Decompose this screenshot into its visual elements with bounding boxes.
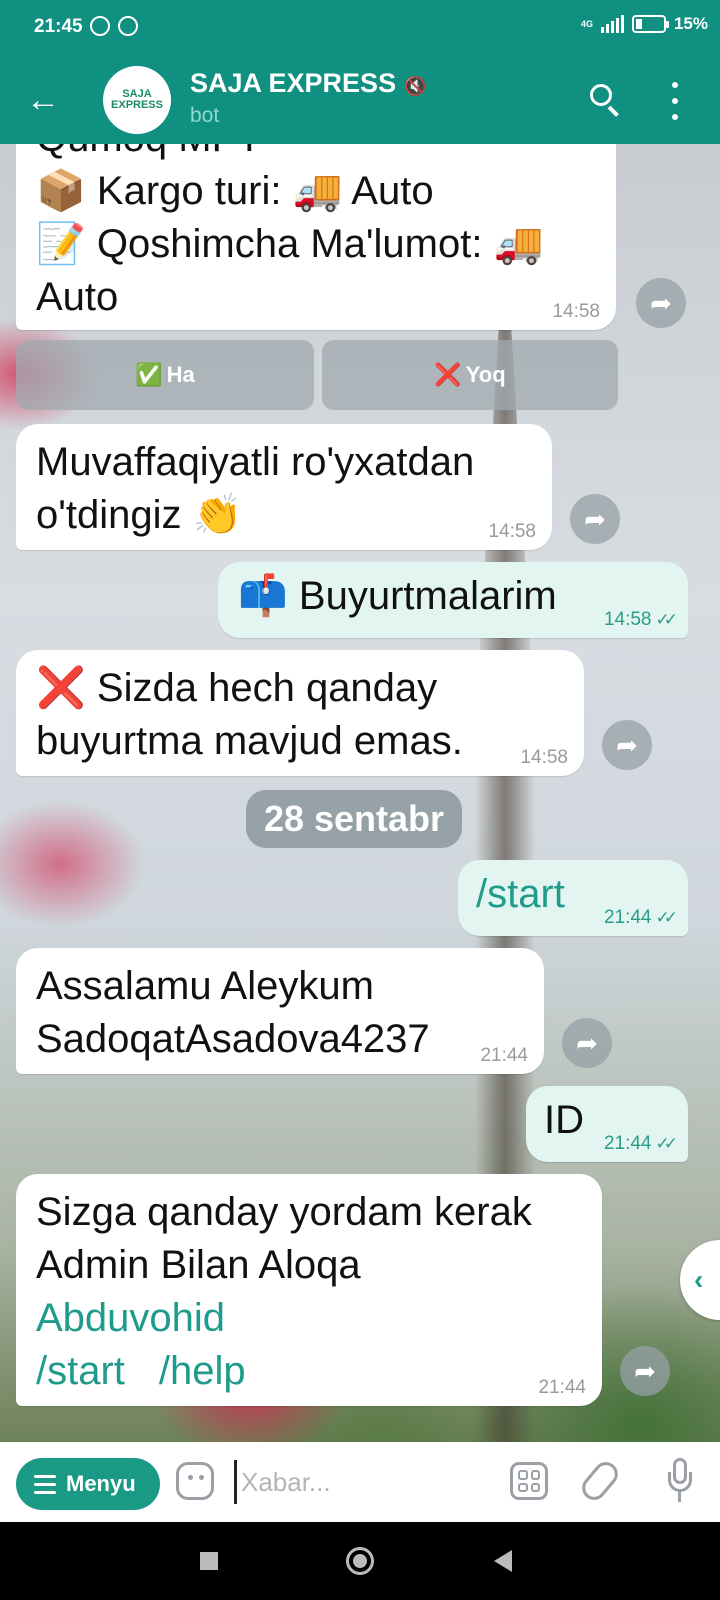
message-time: 21:44 ✓✓ — [603, 907, 678, 928]
inline-button-label: Ha — [166, 362, 195, 387]
search-icon[interactable] — [586, 80, 626, 120]
share-icon[interactable]: ➦ — [602, 720, 652, 770]
message-time: 14:58 — [488, 521, 536, 542]
system-nav-bar — [0, 1522, 720, 1600]
message-time-text: 14:58 — [603, 609, 652, 630]
battery-icon — [631, 15, 669, 33]
more-options-icon[interactable] — [670, 82, 680, 120]
message-bubble-no-orders[interactable]: ❌ Sizda hech qanday buyurtma mavjud emas… — [16, 650, 584, 776]
message-text: Assalamu Aleykum SadoqatAsadova4237 — [36, 964, 430, 1061]
chat-title[interactable]: SAJA EXPRESS 🔇 — [190, 68, 427, 99]
chat-title-text: SAJA EXPRESS — [190, 68, 397, 98]
read-ticks-icon: ✓✓ — [655, 1134, 678, 1153]
admin-link[interactable]: Abduvohid — [36, 1292, 582, 1345]
muted-icon: 🔇 — [404, 76, 427, 96]
message-bubble-id[interactable]: ID 21:44 ✓✓ — [526, 1086, 688, 1162]
message-time: 14:58 — [552, 301, 600, 322]
help-command-link[interactable]: /help — [159, 1349, 246, 1393]
message-input-bar: Menyu — [0, 1442, 720, 1522]
menu-button[interactable]: Menyu — [16, 1458, 160, 1510]
message-line: Auto — [36, 275, 119, 319]
date-separator: 28 sentabr — [246, 790, 462, 848]
message-text: Muvaffaqiyatli ro'yxatdan o'tdingiz 👏 — [36, 440, 475, 537]
bot-commands-icon[interactable] — [510, 1462, 548, 1500]
signal-icon — [600, 15, 624, 33]
avatar[interactable]: SAJA EXPRESS — [103, 66, 171, 134]
message-line: Sizga qanday yordam kerak — [36, 1190, 532, 1234]
chat-subtitle: bot — [190, 104, 220, 127]
message-time: 21:44 — [480, 1045, 528, 1066]
check-icon: ✅ — [135, 362, 163, 387]
share-icon[interactable]: ➦ — [620, 1346, 670, 1396]
inline-button-yoq[interactable]: ❌ Yoq — [322, 340, 618, 410]
message-time: 21:44 ✓✓ — [603, 1133, 678, 1154]
read-ticks-icon: ✓✓ — [655, 908, 678, 927]
avatar-logo: SAJA EXPRESS — [111, 88, 163, 111]
message-bubble-order-details[interactable]: Qumoq MFY 📦 Kargo turi: 🚚 Auto 📝 Qoshimc… — [16, 144, 616, 330]
inline-button-label: Yoq — [465, 362, 506, 387]
message-bubble-greeting[interactable]: Assalamu Aleykum SadoqatAsadova4237 21:4… — [16, 948, 544, 1074]
message-input[interactable] — [234, 1460, 484, 1504]
network-type: 4G — [580, 18, 593, 29]
message-bubble-registered[interactable]: Muvaffaqiyatli ro'yxatdan o'tdingiz 👏 14… — [16, 424, 552, 550]
message-time: 21:44 — [538, 1377, 586, 1398]
message-bubble-help[interactable]: Sizga qanday yordam kerak Admin Bilan Al… — [16, 1174, 602, 1406]
alarm-icon — [90, 16, 110, 36]
status-bar: 21:45 4G 15% — [0, 0, 720, 56]
read-ticks-icon: ✓✓ — [655, 610, 678, 629]
microphone-icon[interactable] — [668, 1458, 692, 1504]
message-text: ❌ Sizda hech qanday buyurtma mavjud emas… — [36, 666, 463, 763]
cross-icon: ❌ — [434, 362, 462, 387]
message-bubble-my-orders[interactable]: 📫 Buyurtmalarim 14:58 ✓✓ — [218, 562, 688, 638]
message-line: 📦 Kargo turi: 🚚 Auto — [36, 169, 434, 213]
attach-icon[interactable] — [577, 1457, 623, 1505]
message-bubble-start[interactable]: /start 21:44 ✓✓ — [458, 860, 688, 936]
share-icon[interactable]: ➦ — [562, 1018, 612, 1068]
message-time-text: 21:44 — [603, 1133, 652, 1154]
message-line: 📝 Qoshimcha Ma'lumot: 🚚 — [36, 222, 544, 266]
chat-area[interactable]: Qumoq MFY 📦 Kargo turi: 🚚 Auto 📝 Qoshimc… — [0, 144, 720, 1442]
home-icon[interactable] — [346, 1547, 374, 1575]
message-time: 14:58 ✓✓ — [603, 609, 678, 630]
sticker-icon[interactable] — [176, 1462, 214, 1500]
share-icon[interactable]: ➦ — [636, 278, 686, 328]
share-icon[interactable]: ➦ — [570, 494, 620, 544]
message-time: 14:58 — [520, 747, 568, 768]
message-time-text: 21:44 — [603, 907, 652, 928]
message-line: Admin Bilan Aloqa — [36, 1243, 361, 1287]
notification-icon — [118, 16, 138, 36]
inline-button-ha[interactable]: ✅ Ha — [16, 340, 314, 410]
battery-level: 15% — [673, 14, 708, 33]
menu-icon — [34, 1474, 56, 1494]
scroll-collapse-icon[interactable]: ‹ — [680, 1240, 720, 1320]
nav-back-icon[interactable] — [494, 1550, 512, 1572]
back-arrow-icon[interactable]: ← — [26, 80, 60, 120]
menu-button-label: Menyu — [66, 1471, 136, 1496]
recents-icon[interactable] — [200, 1552, 218, 1570]
status-time: 21:45 — [34, 16, 83, 37]
chat-header: ← SAJA EXPRESS SAJA EXPRESS 🔇 bot — [0, 56, 720, 144]
message-line: Qumoq MFY — [36, 144, 596, 165]
start-command-link[interactable]: /start — [36, 1349, 125, 1393]
